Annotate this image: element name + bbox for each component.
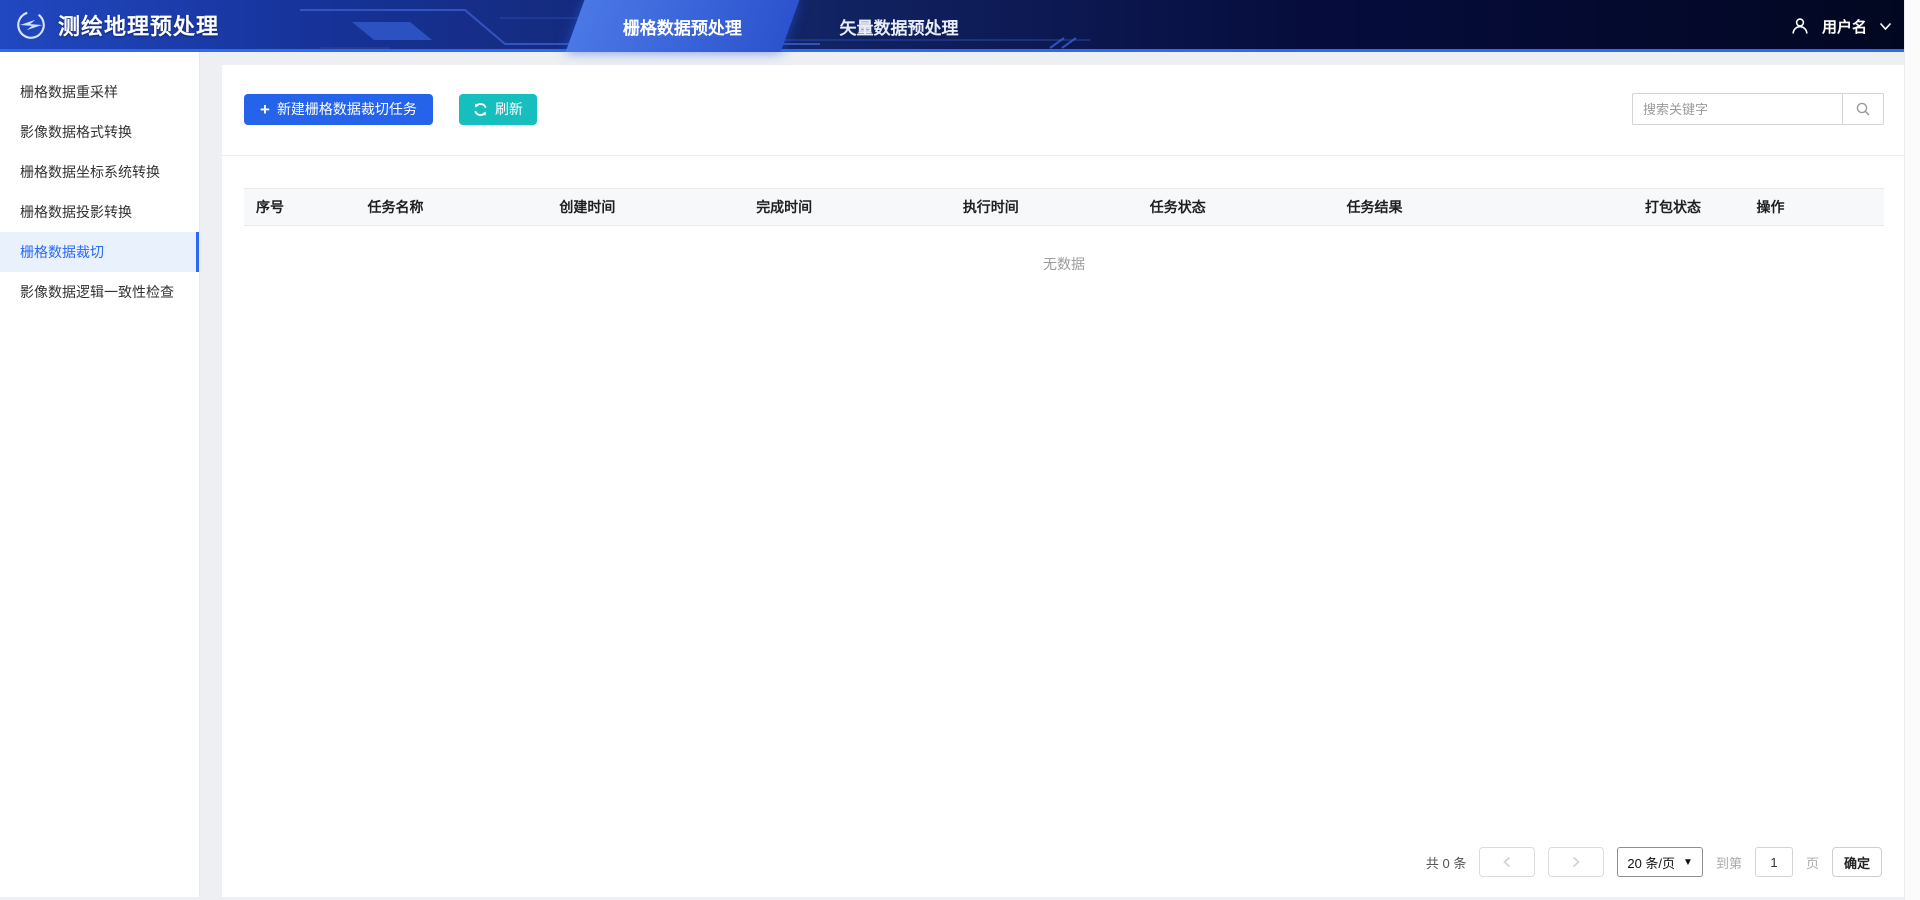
main-area: + 新建栅格数据裁切任务 刷新 搜索关键字 序号 任务名称 创建时间 完成时间 … xyxy=(200,52,1920,897)
goto-prefix-label: 到第 xyxy=(1715,855,1742,871)
tab-raster-preprocess[interactable]: 栅格数据预处理 xyxy=(565,0,800,52)
search-icon xyxy=(1856,102,1870,116)
page-scrollbar[interactable] xyxy=(1904,0,1920,900)
sidebar-item-resample[interactable]: 栅格数据重采样 xyxy=(0,72,199,112)
column-header-actions: 操作 xyxy=(1756,199,1785,215)
page-size-label: 20 条/页 xyxy=(1627,855,1676,871)
task-table: 序号 任务名称 创建时间 完成时间 执行时间 任务状态 任务结果 打包状态 操作… xyxy=(244,188,1884,292)
select-caret-icon: ▼ xyxy=(1683,856,1693,868)
toolbar-divider xyxy=(222,155,1904,156)
chevron-down-icon xyxy=(1879,22,1892,30)
toolbar: + 新建栅格数据裁切任务 刷新 xyxy=(222,65,1904,155)
sidebar-item-raster-clip[interactable]: 栅格数据裁切 xyxy=(0,232,199,272)
column-header-task-status: 任务状态 xyxy=(1149,199,1206,215)
table-header-row: 序号 任务名称 创建时间 完成时间 执行时间 任务状态 任务结果 打包状态 操作 xyxy=(244,188,1884,226)
new-clip-task-button[interactable]: + 新建栅格数据裁切任务 xyxy=(244,93,433,125)
search-button[interactable] xyxy=(1842,93,1884,125)
app-header: 测绘地理预处理 栅格数据预处理 矢量数据预处理 用户名 xyxy=(0,0,1920,52)
pagination: 共 0 条 20 条/页 ▼ 到第 页 确定 xyxy=(222,847,1904,877)
next-page-button[interactable] xyxy=(1548,847,1605,877)
sidebar: 栅格数据重采样 影像数据格式转换 栅格数据坐标系统转换 栅格数据投影转换 栅格数… xyxy=(0,52,200,897)
sidebar-item-coordinate-convert[interactable]: 栅格数据坐标系统转换 xyxy=(0,152,199,192)
column-header-exec-time: 执行时间 xyxy=(962,199,1019,215)
goto-page-input[interactable] xyxy=(1754,847,1793,877)
column-header-create-time: 创建时间 xyxy=(559,199,616,215)
new-clip-task-label: 新建栅格数据裁切任务 xyxy=(276,101,417,117)
user-icon xyxy=(1792,18,1808,34)
app-logo-icon xyxy=(17,10,45,39)
user-name: 用户名 xyxy=(1821,18,1867,36)
column-header-task-name: 任务名称 xyxy=(367,199,424,215)
search-group xyxy=(1632,93,1884,125)
tab-vector-preprocess[interactable]: 矢量数据预处理 xyxy=(804,0,994,52)
column-header-index: 序号 xyxy=(256,199,284,215)
tab-label: 栅格数据预处理 xyxy=(623,18,742,38)
content-panel: + 新建栅格数据裁切任务 刷新 搜索关键字 序号 任务名称 创建时间 完成时间 … xyxy=(222,65,1904,897)
sidebar-item-format-convert[interactable]: 影像数据格式转换 xyxy=(0,112,199,152)
brand: 测绘地理预处理 xyxy=(0,8,219,42)
sidebar-item-projection-convert[interactable]: 栅格数据投影转换 xyxy=(0,192,199,232)
chevron-right-icon xyxy=(1573,856,1581,868)
search-input[interactable] xyxy=(1632,93,1842,125)
column-header-pack-status: 打包状态 xyxy=(1645,199,1702,215)
column-header-task-result: 任务结果 xyxy=(1346,199,1403,215)
user-menu[interactable]: 用户名 xyxy=(1790,0,1892,52)
chevron-left-icon xyxy=(1503,856,1511,868)
prev-page-button[interactable] xyxy=(1479,847,1536,877)
goto-confirm-button[interactable]: 确定 xyxy=(1831,847,1882,877)
refresh-icon xyxy=(474,102,487,116)
sidebar-item-logic-consistency-check[interactable]: 影像数据逻辑一致性检查 xyxy=(0,272,199,312)
goto-suffix-label: 页 xyxy=(1805,855,1819,871)
total-count-text: 共 0 条 xyxy=(1425,855,1467,871)
page-size-select[interactable]: 20 条/页 ▼ xyxy=(1617,847,1703,877)
refresh-button[interactable]: 刷新 xyxy=(458,93,537,125)
column-header-finish-time: 完成时间 xyxy=(756,199,813,215)
tab-label: 矢量数据预处理 xyxy=(839,18,959,38)
plus-icon: + xyxy=(260,99,270,119)
top-tabs: 栅格数据预处理 矢量数据预处理 xyxy=(565,0,994,52)
empty-state-text: 无数据 xyxy=(1043,256,1085,272)
refresh-label: 刷新 xyxy=(494,101,523,117)
app-title: 测绘地理预处理 xyxy=(58,13,220,39)
